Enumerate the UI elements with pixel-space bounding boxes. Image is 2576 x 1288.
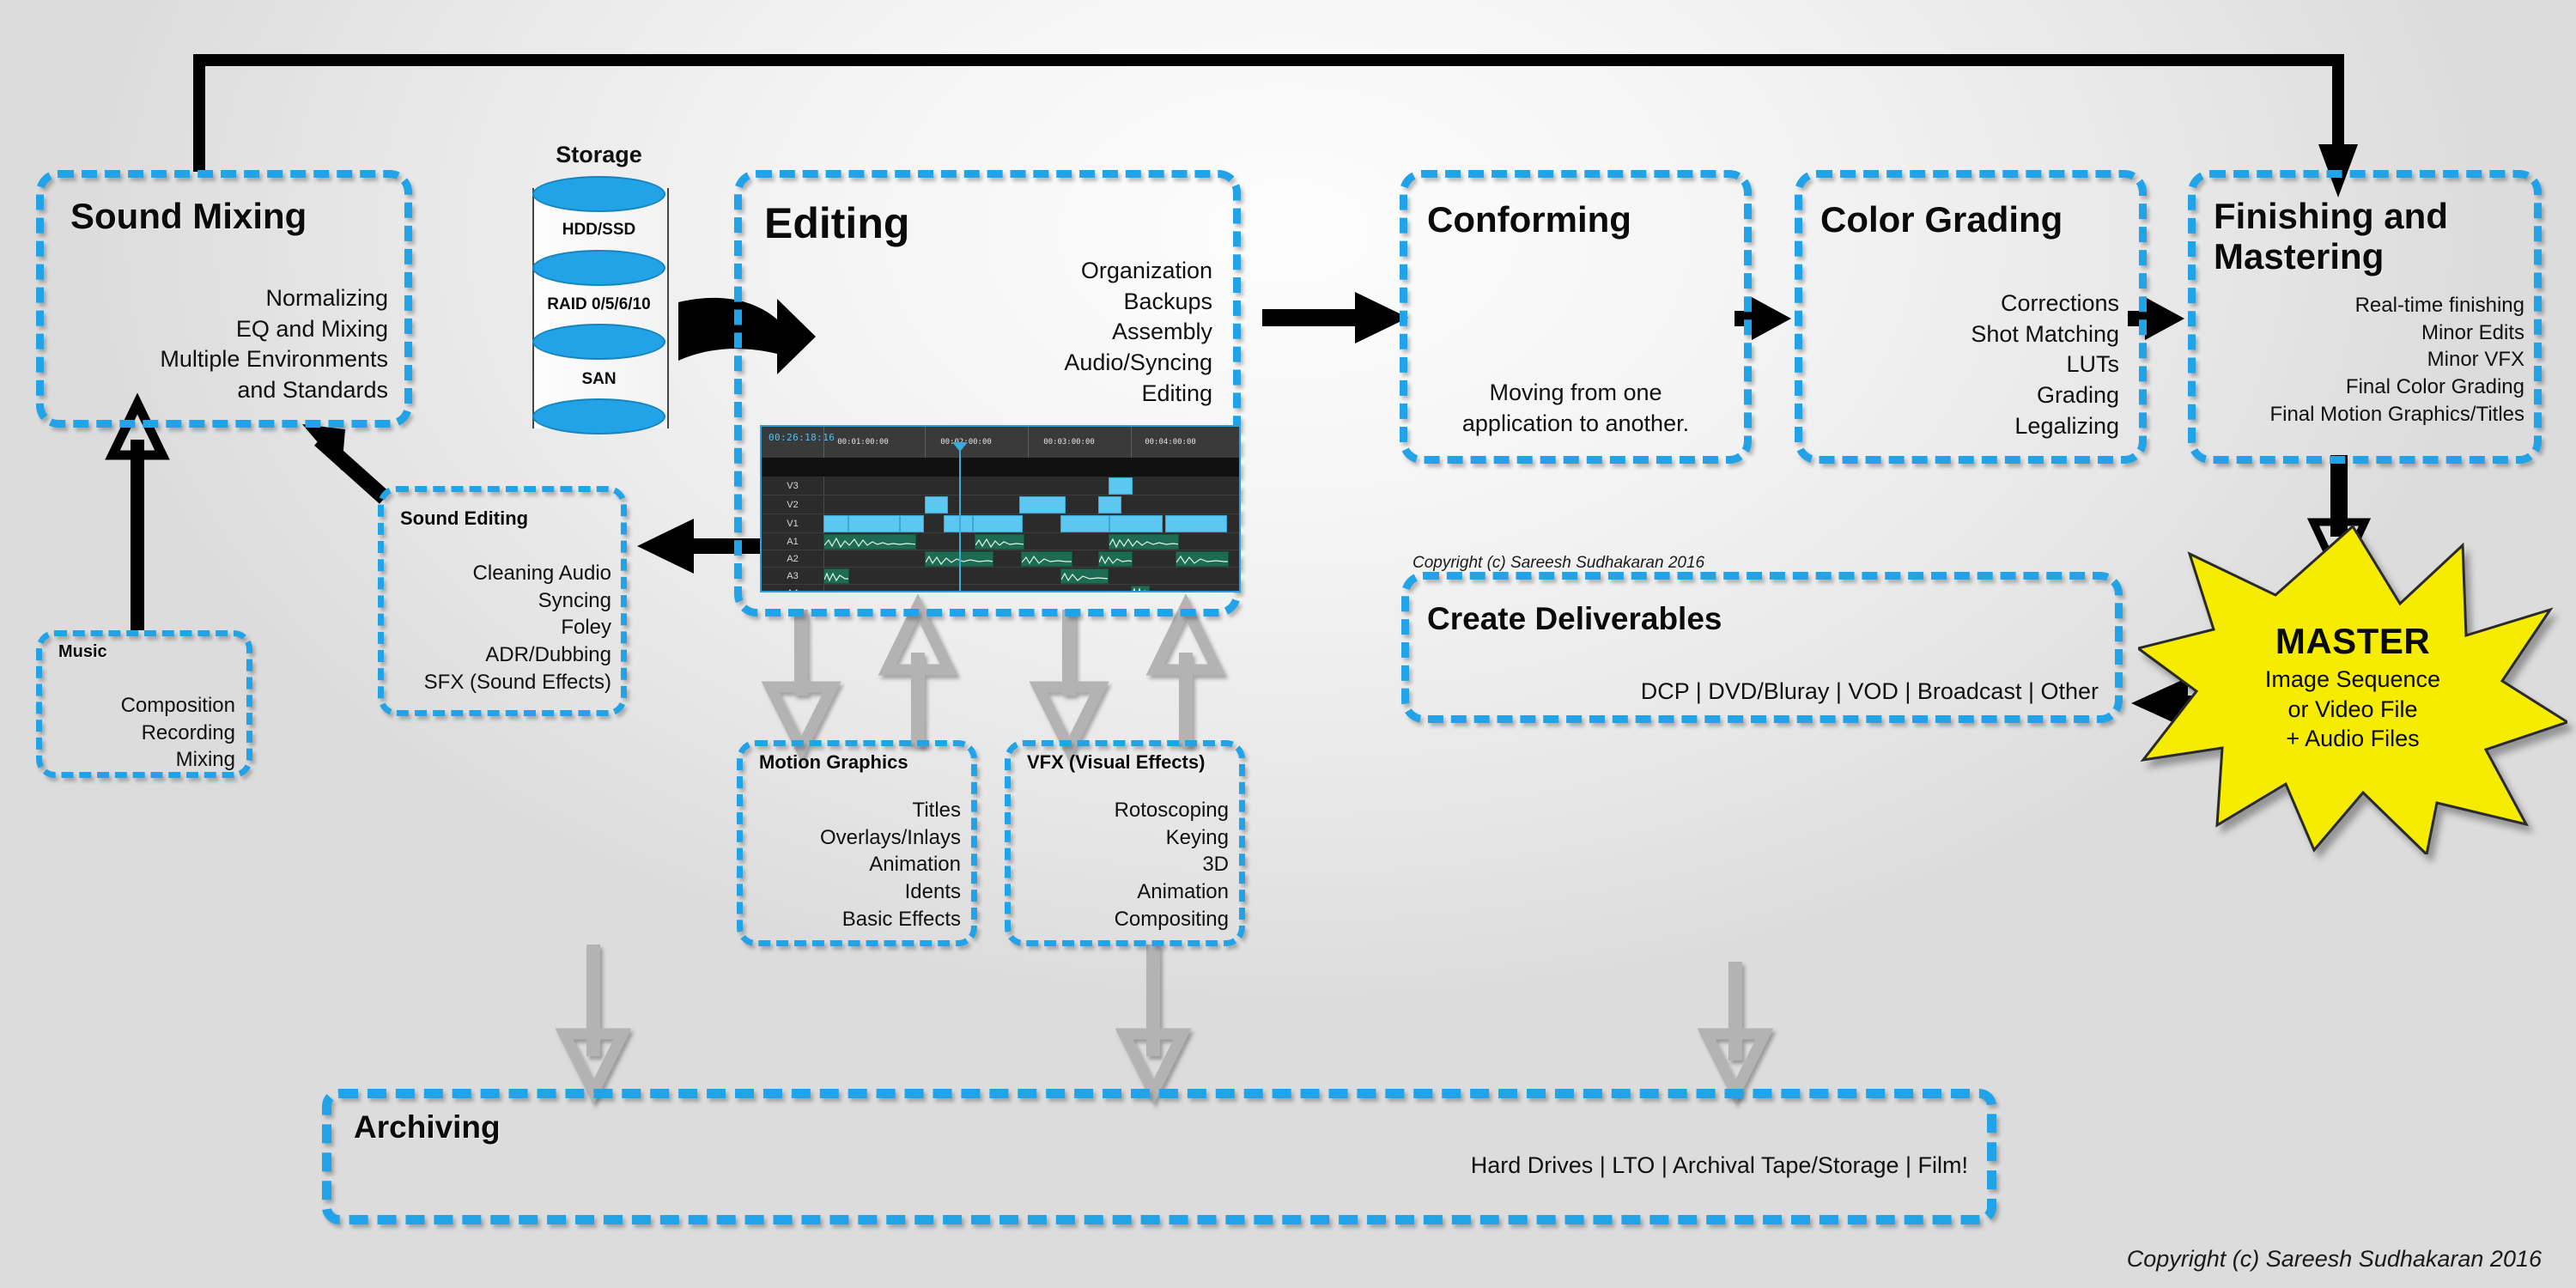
timeline-track-row: V3 bbox=[762, 477, 1239, 495]
track-label-v2: V2 bbox=[762, 495, 824, 513]
video-clip bbox=[823, 515, 848, 532]
timeline-black-bar bbox=[762, 458, 1239, 477]
audio-clip bbox=[1060, 568, 1109, 584]
timeline-track-row: A4 bbox=[762, 585, 1239, 591]
conforming-title: Conforming bbox=[1427, 199, 1631, 240]
arrow-soundediting-to-soundmixing bbox=[302, 424, 391, 504]
storage-label: Storage bbox=[556, 142, 642, 167]
arrow-editing-to-conforming bbox=[1262, 292, 1408, 343]
arrow-vfx-to-archiving bbox=[1115, 945, 1192, 1105]
color-grading-title: Color Grading bbox=[1820, 199, 2063, 240]
ruler-label-3: 00:03:00:00 bbox=[1043, 438, 1095, 447]
color-grading-items: Corrections Shot Matching LUTs Grading L… bbox=[1971, 290, 2119, 439]
finishing-title: Finishing and Mastering bbox=[2214, 196, 2448, 277]
track-label-v1: V1 bbox=[762, 514, 824, 532]
storage-segment-1: HDD/SSD bbox=[562, 221, 636, 239]
cylinder-top-ellipse bbox=[532, 176, 665, 212]
conforming-items: Moving from one application to another. bbox=[1461, 380, 1690, 436]
audio-clip bbox=[823, 534, 916, 550]
arrow-editing-to-motiongraphics bbox=[761, 610, 841, 762]
editing-title: Editing bbox=[764, 199, 910, 247]
track-label-v3: V3 bbox=[762, 477, 824, 495]
timeline-track-row: V2 bbox=[762, 495, 1239, 514]
video-clip bbox=[944, 515, 973, 532]
copyright-bottom-right: Copyright (c) Sareesh Sudhakaran 2016 bbox=[2126, 1246, 2542, 1272]
track-label-a1: A1 bbox=[762, 533, 824, 550]
master-title: MASTER bbox=[2275, 621, 2431, 661]
nle-timeline-graphic: 00:26:18:16 00:01:00:00 00:02:00:00 00:0… bbox=[760, 425, 1241, 592]
audio-clip bbox=[823, 568, 849, 584]
deliverables-items: DCP | DVD/Bluray | VOD | Broadcast | Oth… bbox=[1640, 678, 2099, 704]
video-clip bbox=[1019, 496, 1066, 513]
arrow-motiongraphics-to-editing bbox=[878, 593, 958, 747]
editing-items: Organization Backups Assembly Audio/Sync… bbox=[1064, 258, 1212, 406]
video-clip bbox=[1109, 477, 1133, 495]
video-clip bbox=[925, 496, 948, 513]
cylinder-ellipse-3 bbox=[532, 324, 665, 360]
storage-segment-3: SAN bbox=[581, 370, 617, 388]
track-label-a2: A2 bbox=[762, 550, 824, 567]
timeline-track-row: A2 bbox=[762, 550, 1239, 568]
sound-editing-title: Sound Editing bbox=[400, 507, 529, 529]
video-clip bbox=[973, 515, 1023, 532]
track-label-a4: A4 bbox=[762, 585, 824, 591]
master-starburst[interactable]: MASTER Image Sequence or Video File + Au… bbox=[2138, 519, 2567, 854]
audio-clip bbox=[1021, 551, 1072, 567]
timeline-playhead[interactable] bbox=[952, 442, 968, 591]
motion-graphics-items: Titles Overlays/Inlays Animation Idents … bbox=[819, 799, 961, 931]
master-text-block: MASTER Image Sequence or Video File + Au… bbox=[2138, 621, 2567, 754]
arrow-editing-to-vfx bbox=[1029, 610, 1109, 762]
deliverables-title: Create Deliverables bbox=[1427, 601, 1722, 636]
master-subtitle: Image Sequence or Video File + Audio Fil… bbox=[2264, 666, 2441, 752]
audio-clip bbox=[1098, 551, 1133, 567]
archiving-items: Hard Drives | LTO | Archival Tape/Storag… bbox=[1470, 1152, 1968, 1178]
sound-mixing-items: Normalizing EQ and Mixing Multiple Envir… bbox=[160, 285, 388, 403]
audio-clip bbox=[1176, 551, 1229, 567]
music-items: Composition Recording Mixing bbox=[120, 694, 235, 772]
arrow-music-to-soundmixing bbox=[105, 392, 170, 630]
audio-clip bbox=[975, 534, 1024, 550]
video-clip bbox=[1109, 515, 1163, 532]
track-label-a3: A3 bbox=[762, 568, 824, 584]
storage-segment-2: RAID 0/5/6/10 bbox=[547, 295, 651, 313]
ruler-label-1: 00:01:00:00 bbox=[837, 438, 889, 447]
sound-editing-items: Cleaning Audio Syncing Foley ADR/Dubbing… bbox=[423, 562, 611, 694]
vfx-title: VFX (Visual Effects) bbox=[1027, 751, 1206, 773]
music-title: Music bbox=[58, 642, 107, 661]
diagram-canvas: Sound Mixing Normalizing EQ and Mixing M… bbox=[0, 0, 2576, 1288]
video-clip bbox=[848, 515, 900, 532]
audio-clip bbox=[1131, 586, 1150, 591]
video-clip bbox=[1060, 515, 1109, 532]
video-clip bbox=[1165, 515, 1227, 532]
copyright-middle: Copyright (c) Sareesh Sudhakaran 2016 bbox=[1413, 554, 1705, 572]
audio-clip bbox=[1109, 534, 1179, 550]
video-clip bbox=[1098, 496, 1121, 513]
ruler-label-4: 00:04:00:00 bbox=[1145, 438, 1196, 447]
cylinder-bottom-ellipse bbox=[532, 398, 665, 434]
motion-graphics-title: Motion Graphics bbox=[759, 751, 908, 773]
video-clip bbox=[900, 515, 924, 532]
sound-mixing-title: Sound Mixing bbox=[70, 196, 307, 236]
arrow-deliverables-to-archiving bbox=[1697, 962, 1774, 1105]
finishing-items: Real-time finishing Minor Edits Minor VF… bbox=[2269, 294, 2524, 426]
vfx-items: Rotoscoping Keying 3D Animation Composit… bbox=[1114, 799, 1229, 931]
archiving-title: Archiving bbox=[354, 1109, 501, 1145]
cylinder-ellipse-2 bbox=[532, 250, 665, 286]
arrow-motiongraphics-to-archiving bbox=[555, 945, 632, 1105]
storage-cylinder: Storage HDD/SSD RAID 0/5/6/10 SAN bbox=[532, 142, 669, 438]
timeline-timecode: 00:26:18:16 bbox=[769, 432, 835, 443]
arrow-vfx-to-editing bbox=[1145, 593, 1226, 747]
